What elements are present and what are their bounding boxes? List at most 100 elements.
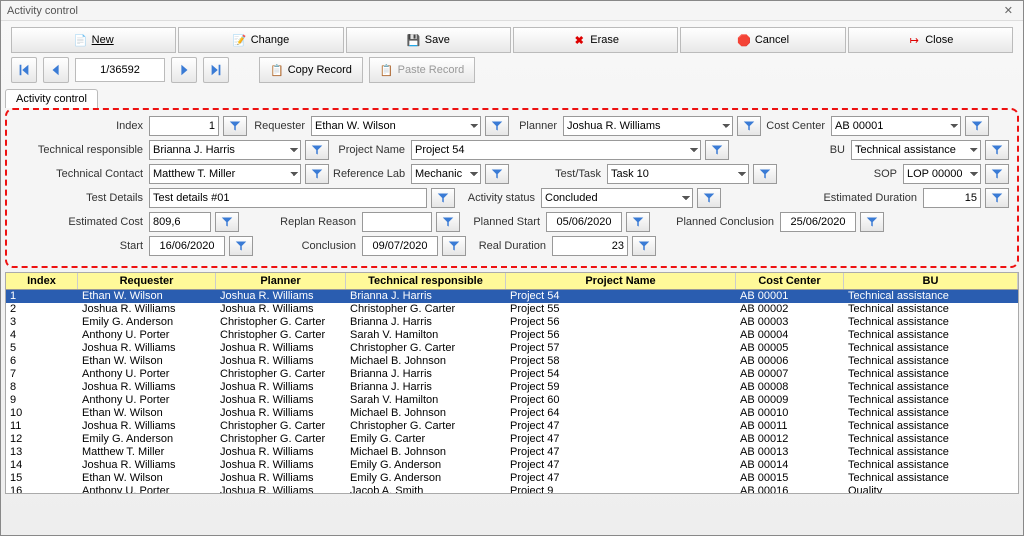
start-filter[interactable]: [229, 236, 253, 256]
copy-icon: 📋: [270, 64, 284, 77]
table-row[interactable]: 10Ethan W. WilsonJoshua R. WilliamsMicha…: [6, 407, 1018, 420]
table-row[interactable]: 1Ethan W. WilsonJoshua R. WilliamsBriann…: [6, 290, 1018, 303]
erase-button[interactable]: ✖ Erase: [513, 27, 678, 53]
requester-filter[interactable]: [485, 116, 509, 136]
projname-label: Project Name: [333, 144, 407, 156]
cancel-icon: 🛑: [737, 33, 751, 47]
projname-select[interactable]: Project 54: [411, 140, 701, 160]
table-row[interactable]: 9Anthony U. PorterJoshua R. WilliamsSara…: [6, 394, 1018, 407]
bu-filter[interactable]: [985, 140, 1009, 160]
techresp-filter[interactable]: [305, 140, 329, 160]
requester-select[interactable]: Ethan W. Wilson: [311, 116, 481, 136]
table-row[interactable]: 11Joshua R. WilliamsChristopher G. Carte…: [6, 420, 1018, 433]
techresp-label: Technical responsible: [15, 144, 145, 156]
reflab-select[interactable]: Mechanic: [411, 164, 481, 184]
bu-select[interactable]: Technical assistance: [851, 140, 981, 160]
table-row[interactable]: 15Ethan W. WilsonJoshua R. WilliamsEmily…: [6, 472, 1018, 485]
change-button[interactable]: 📝 Change: [178, 27, 343, 53]
techresp-select[interactable]: Brianna J. Harris: [149, 140, 301, 160]
techcontact-label: Technical Contact: [15, 168, 145, 180]
close-button[interactable]: ↦ Close: [848, 27, 1013, 53]
costcenter-label: Cost Center: [765, 120, 827, 132]
change-icon: 📝: [233, 33, 247, 47]
start-input[interactable]: [149, 236, 225, 256]
reflab-filter[interactable]: [485, 164, 509, 184]
realduration-label: Real Duration: [470, 240, 548, 252]
table-row[interactable]: 16Anthony U. PorterJoshua R. WilliamsJac…: [6, 485, 1018, 493]
nav-last-button[interactable]: [203, 57, 229, 83]
index-input[interactable]: [149, 116, 219, 136]
new-button[interactable]: 📄 New: [11, 27, 176, 53]
costcenter-select[interactable]: AB 00001: [831, 116, 961, 136]
conclusion-filter[interactable]: [442, 236, 466, 256]
plannedconc-label: Planned Conclusion: [654, 216, 776, 228]
table-row[interactable]: 6Ethan W. WilsonJoshua R. WilliamsMichae…: [6, 355, 1018, 368]
activitystatus-select[interactable]: Concluded: [541, 188, 693, 208]
techcontact-select[interactable]: Matthew T. Miller: [149, 164, 301, 184]
main-toolbar: 📄 New 📝 Change 💾 Save ✖ Erase 🛑 Cancel ↦…: [1, 21, 1023, 53]
plannedconc-input[interactable]: [780, 212, 856, 232]
plannedstart-input[interactable]: [546, 212, 622, 232]
col-header-planner[interactable]: Planner: [216, 273, 346, 289]
nav-prev-button[interactable]: [43, 57, 69, 83]
costcenter-filter[interactable]: [965, 116, 989, 136]
realduration-input[interactable]: [552, 236, 628, 256]
estduration-filter[interactable]: [985, 188, 1009, 208]
testtask-select[interactable]: Task 10: [607, 164, 749, 184]
table-row[interactable]: 3Emily G. AndersonChristopher G. CarterB…: [6, 316, 1018, 329]
activitystatus-label: Activity status: [459, 192, 537, 204]
replanreason-filter[interactable]: [436, 212, 460, 232]
replanreason-input[interactable]: [362, 212, 432, 232]
col-header-techresp[interactable]: Technical responsible: [346, 273, 506, 289]
nav-first-button[interactable]: [11, 57, 37, 83]
table-row[interactable]: 7Anthony U. PorterChristopher G. CarterB…: [6, 368, 1018, 381]
cancel-button[interactable]: 🛑 Cancel: [680, 27, 845, 53]
planner-select[interactable]: Joshua R. Williams: [563, 116, 733, 136]
grid-body[interactable]: 1Ethan W. WilsonJoshua R. WilliamsBriann…: [6, 290, 1018, 493]
estcost-input[interactable]: [149, 212, 211, 232]
testtask-filter[interactable]: [753, 164, 777, 184]
realduration-filter[interactable]: [632, 236, 656, 256]
close-icon: ↦: [907, 33, 921, 47]
estcost-filter[interactable]: [215, 212, 239, 232]
activitystatus-filter[interactable]: [697, 188, 721, 208]
col-header-projname[interactable]: Project Name: [506, 273, 736, 289]
col-header-requester[interactable]: Requester: [78, 273, 216, 289]
sop-filter[interactable]: [985, 164, 1009, 184]
save-button[interactable]: 💾 Save: [346, 27, 511, 53]
testdetails-filter[interactable]: [431, 188, 455, 208]
conclusion-input[interactable]: [362, 236, 438, 256]
paste-record-button[interactable]: 📋 Paste Record: [369, 57, 475, 83]
replanreason-label: Replan Reason: [243, 216, 358, 228]
estcost-label: Estimated Cost: [15, 216, 145, 228]
tab-activity-control[interactable]: Activity control: [5, 89, 98, 108]
table-row[interactable]: 13Matthew T. MillerJoshua R. WilliamsMic…: [6, 446, 1018, 459]
table-row[interactable]: 5Joshua R. WilliamsJoshua R. WilliamsChr…: [6, 342, 1018, 355]
conclusion-label: Conclusion: [257, 240, 358, 252]
planner-label: Planner: [513, 120, 559, 132]
table-row[interactable]: 12Emily G. AndersonChristopher G. Carter…: [6, 433, 1018, 446]
col-header-costcenter[interactable]: Cost Center: [736, 273, 844, 289]
activity-control-window: Activity control ✕ 📄 New 📝 Change 💾 Save…: [0, 0, 1024, 536]
plannedconc-filter[interactable]: [860, 212, 884, 232]
estduration-input[interactable]: [923, 188, 981, 208]
table-row[interactable]: 14Joshua R. WilliamsJoshua R. WilliamsEm…: [6, 459, 1018, 472]
table-row[interactable]: 8Joshua R. WilliamsJoshua R. WilliamsBri…: [6, 381, 1018, 394]
titlebar: Activity control ✕: [1, 1, 1023, 21]
plannedstart-filter[interactable]: [626, 212, 650, 232]
sop-select[interactable]: LOP 00000: [903, 164, 981, 184]
col-header-bu[interactable]: BU: [844, 273, 1018, 289]
index-filter[interactable]: [223, 116, 247, 136]
col-header-index[interactable]: Index: [6, 273, 78, 289]
data-grid: Index Requester Planner Technical respon…: [5, 272, 1019, 494]
techcontact-filter[interactable]: [305, 164, 329, 184]
nav-next-button[interactable]: [171, 57, 197, 83]
window-close-icon[interactable]: ✕: [1000, 4, 1017, 17]
table-row[interactable]: 2Joshua R. WilliamsJoshua R. WilliamsChr…: [6, 303, 1018, 316]
testdetails-input[interactable]: [149, 188, 427, 208]
copy-record-button[interactable]: 📋 Copy Record: [259, 57, 363, 83]
table-row[interactable]: 4Anthony U. PorterChristopher G. CarterS…: [6, 329, 1018, 342]
planner-filter[interactable]: [737, 116, 761, 136]
estduration-label: Estimated Duration: [725, 192, 919, 204]
projname-filter[interactable]: [705, 140, 729, 160]
